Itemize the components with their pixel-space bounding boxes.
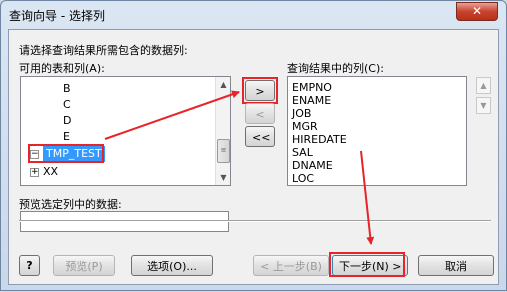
tree-scrollbar[interactable]: ▲ ≡ ▼ — [215, 77, 230, 185]
cancel-button[interactable]: 取消 — [418, 255, 494, 276]
query-columns-list[interactable]: EMPNO ENAME JOB MGR HIREDATE SAL DNAME L… — [287, 76, 467, 186]
options-button[interactable]: 选项(O)... — [131, 255, 213, 276]
remove-column-button[interactable]: < — [245, 103, 275, 124]
highlight-box-tmp-test — [28, 144, 104, 163]
scroll-up-icon[interactable]: ▲ — [217, 77, 230, 92]
available-columns-label: 可用的表和列(A): — [19, 62, 105, 75]
query-wizard-window: 查询向导 - 选择列 ✕ 请选择查询结果所需包含的数据列: 可用的表和列(A):… — [0, 0, 507, 291]
list-item[interactable]: ENAME — [292, 94, 331, 107]
back-button[interactable]: < 上一步(B) — [253, 255, 329, 276]
help-button[interactable]: ? — [19, 255, 40, 276]
scroll-thumb[interactable]: ≡ — [217, 139, 230, 163]
title-bar: 查询向导 - 选择列 ✕ — [1, 1, 506, 29]
instruction-label: 请选择查询结果所需包含的数据列: — [19, 44, 188, 57]
tree-item-e[interactable]: E — [63, 129, 70, 145]
expand-icon[interactable]: + — [30, 168, 39, 177]
available-tree[interactable]: B C D E − TMP_TEST + XX ▲ ≡ ▼ — [20, 76, 231, 186]
dialog-client-area: 请选择查询结果所需包含的数据列: 可用的表和列(A): 查询结果中的列(C): … — [8, 29, 499, 285]
highlight-box-next — [329, 252, 405, 277]
list-item[interactable]: JOB — [292, 107, 311, 120]
scroll-down-icon[interactable]: ▼ — [217, 170, 230, 185]
query-columns-label: 查询结果中的列(C): — [287, 62, 384, 75]
tree-item-xx[interactable]: XX — [43, 164, 58, 180]
close-icon: ✕ — [471, 4, 483, 18]
preview-button[interactable]: 预览(P) — [53, 255, 115, 276]
list-item[interactable]: DNAME — [292, 159, 333, 172]
remove-all-columns-button[interactable]: << — [245, 126, 275, 147]
move-down-icon[interactable]: ▼ — [476, 97, 491, 114]
preview-label: 预览选定列中的数据: — [19, 198, 122, 211]
move-up-icon[interactable]: ▲ — [476, 77, 491, 94]
list-item[interactable]: HIREDATE — [292, 133, 347, 146]
list-item[interactable]: LOC — [292, 172, 314, 185]
help-icon: ? — [26, 259, 33, 272]
tree-item-b[interactable]: B — [63, 81, 71, 97]
tree-item-d[interactable]: D — [63, 113, 71, 129]
window-title: 查询向导 - 选择列 — [9, 9, 105, 23]
list-item[interactable]: SAL — [292, 146, 313, 159]
list-item[interactable]: MGR — [292, 120, 318, 133]
list-item[interactable]: EMPNO — [292, 81, 332, 94]
tree-item-c[interactable]: C — [63, 97, 71, 113]
highlight-box-add — [242, 77, 278, 104]
close-button[interactable]: ✕ — [456, 2, 498, 21]
footer-separator — [19, 220, 491, 222]
